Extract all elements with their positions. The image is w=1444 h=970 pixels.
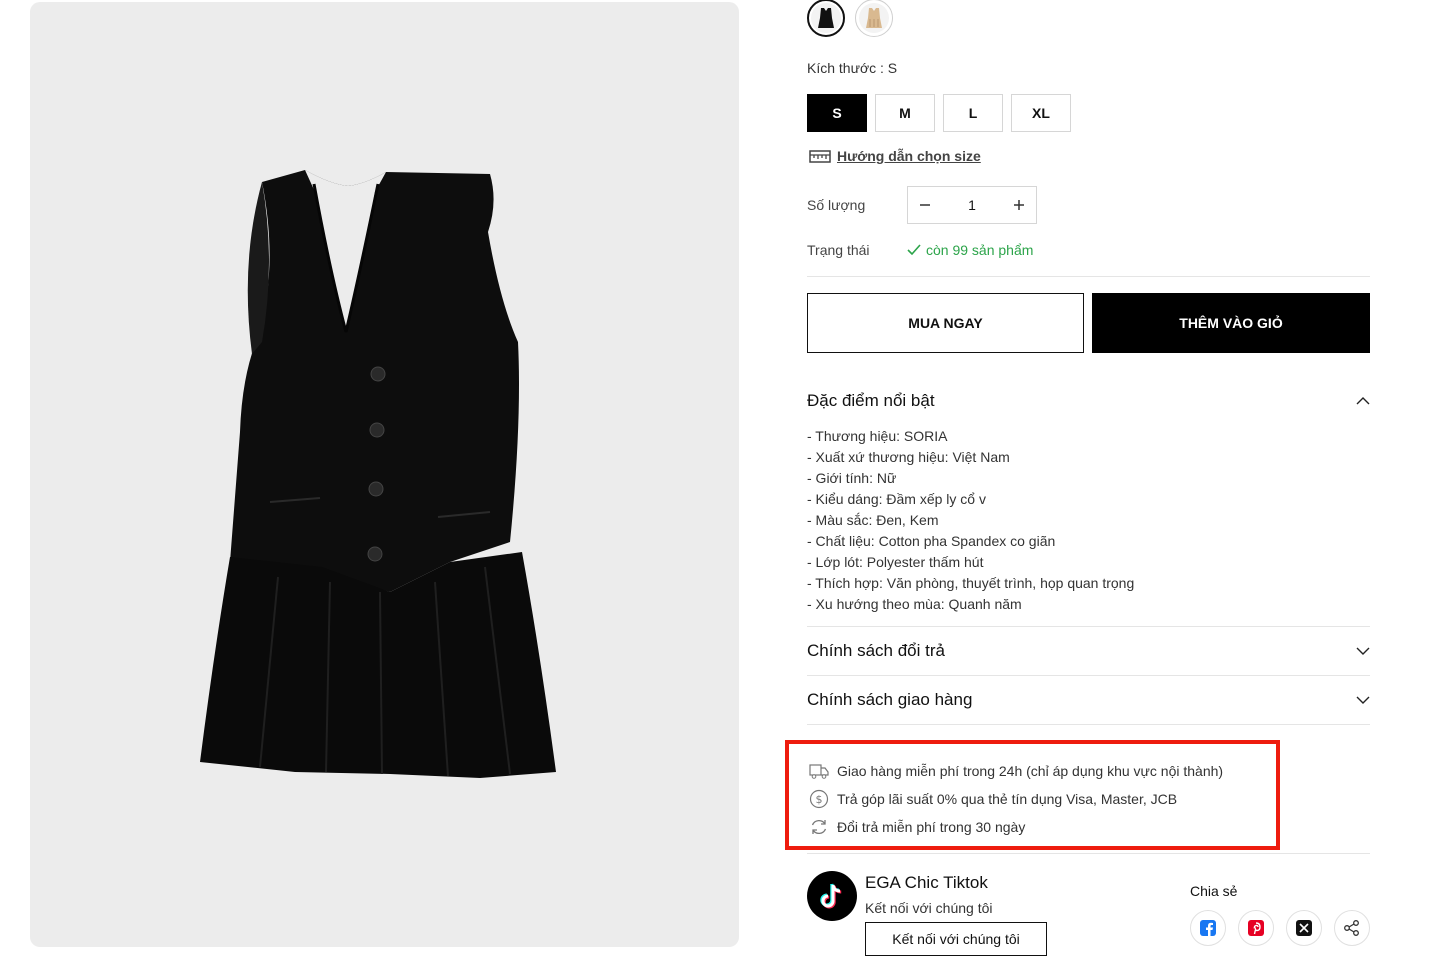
- chevron-down-icon: [1356, 696, 1370, 704]
- check-icon: [907, 244, 921, 256]
- quantity-label: Số lượng: [807, 197, 866, 213]
- perk-text: Trả góp lãi suất 0% qua thẻ tín dụng Vis…: [837, 791, 1178, 807]
- stock-status: còn 99 sản phẩm: [907, 242, 1033, 258]
- feature-item: - Màu sắc: Đen, Kem: [807, 512, 939, 528]
- features-title: Đặc điểm nổi bật: [807, 391, 935, 410]
- divider: [807, 276, 1370, 277]
- quantity-stepper: 1: [907, 186, 1037, 224]
- perk-text: Giao hàng miễn phí trong 24h (chỉ áp dụn…: [837, 763, 1224, 779]
- dollar-circle-icon: $: [809, 789, 829, 809]
- chevron-up-icon: [1356, 397, 1370, 405]
- color-swatches: [807, 0, 893, 38]
- shipping-policy-accordion-header[interactable]: Chính sách giao hàng: [807, 690, 1370, 710]
- feature-item: - Kiểu dáng: Đầm xếp ly cổ v: [807, 491, 986, 507]
- x-share-button[interactable]: [1286, 910, 1322, 946]
- pinterest-share-button[interactable]: [1238, 910, 1274, 946]
- chevron-down-icon: [1356, 647, 1370, 655]
- divider: [807, 675, 1370, 676]
- product-image[interactable]: [30, 2, 739, 947]
- minus-icon: [920, 204, 930, 206]
- perk-text: Đổi trả miễn phí trong 30 ngày: [837, 819, 1026, 835]
- facebook-share-button[interactable]: [1190, 910, 1226, 946]
- feature-item: - Lớp lót: Polyester thấm hút: [807, 554, 984, 570]
- perk-free-delivery: Giao hàng miễn phí trong 24h (chỉ áp dụn…: [809, 761, 1223, 781]
- size-label: Kích thước : S: [807, 60, 898, 76]
- size-guide-label: Hướng dẫn chọn size: [837, 148, 981, 164]
- plus-icon: [1014, 200, 1024, 210]
- feature-item: - Xuất xứ thương hiệu: Việt Nam: [807, 449, 1010, 465]
- stock-status-text: còn 99 sản phẩm: [926, 242, 1034, 258]
- quantity-input[interactable]: 1: [942, 197, 1002, 213]
- perk-free-return: Đổi trả miễn phí trong 30 ngày: [809, 817, 1025, 837]
- tiktok-subtitle: Kết nối với chúng tôi: [865, 900, 993, 916]
- size-option-m[interactable]: M: [875, 94, 935, 132]
- size-guide-link[interactable]: Hướng dẫn chọn size: [809, 147, 981, 165]
- feature-item: - Xu hướng theo mùa: Quanh năm: [807, 596, 1022, 612]
- refresh-icon: [809, 817, 829, 837]
- buy-now-button[interactable]: MUA NGAY: [807, 293, 1084, 353]
- ruler-icon: [809, 150, 831, 163]
- increase-button[interactable]: [1002, 187, 1036, 223]
- status-label: Trạng thái: [807, 242, 870, 258]
- tiktok-title: EGA Chic Tiktok: [865, 873, 988, 892]
- return-policy-title: Chính sách đổi trả: [807, 641, 945, 660]
- decrease-button[interactable]: [908, 187, 942, 223]
- perks-box: Giao hàng miễn phí trong 24h (chỉ áp dụn…: [785, 740, 1280, 850]
- color-swatch-black[interactable]: [807, 0, 845, 37]
- size-option-l[interactable]: L: [943, 94, 1003, 132]
- pinterest-icon: [1248, 920, 1264, 936]
- feature-item: - Chất liệu: Cotton pha Spandex co giãn: [807, 533, 1056, 549]
- delivery-truck-icon: [809, 761, 829, 781]
- dress-illustration: [200, 170, 556, 778]
- feature-item: - Thương hiệu: SORIA: [807, 428, 948, 444]
- facebook-icon: [1200, 920, 1216, 936]
- perk-installment: $ Trả góp lãi suất 0% qua thẻ tín dụng V…: [809, 789, 1177, 809]
- add-to-cart-button[interactable]: THÊM VÀO GIỎ: [1092, 293, 1370, 353]
- feature-item: - Giới tính: Nữ: [807, 470, 897, 486]
- size-option-s[interactable]: S: [807, 94, 867, 132]
- tiktok-icon: [820, 883, 842, 909]
- features-accordion-header[interactable]: Đặc điểm nổi bật: [807, 391, 1370, 411]
- features-list: - Thương hiệu: SORIA - Xuất xứ thương hi…: [807, 426, 1134, 615]
- size-option-xl[interactable]: XL: [1011, 94, 1071, 132]
- feature-item: - Thích hợp: Văn phòng, thuyết trình, họ…: [807, 575, 1135, 591]
- black-dress-thumb-icon: [818, 8, 834, 28]
- divider: [807, 626, 1370, 627]
- share-label: Chia sẻ: [1190, 883, 1238, 899]
- shipping-policy-title: Chính sách giao hàng: [807, 690, 973, 709]
- x-twitter-icon: [1296, 920, 1312, 936]
- size-selector: S M L XL: [807, 94, 1071, 132]
- share-icons: [1190, 910, 1370, 946]
- share-icon: [1344, 920, 1359, 936]
- connect-button[interactable]: Kết nối với chúng tôi: [865, 922, 1047, 956]
- return-policy-accordion-header[interactable]: Chính sách đổi trả: [807, 641, 1370, 661]
- tiktok-logo[interactable]: [807, 871, 857, 921]
- divider: [807, 724, 1370, 725]
- color-swatch-cream[interactable]: [855, 0, 893, 37]
- cream-dress-thumb-icon: [866, 8, 882, 28]
- svg-text:$: $: [816, 793, 823, 806]
- share-link-button[interactable]: [1334, 910, 1370, 946]
- divider: [807, 853, 1370, 854]
